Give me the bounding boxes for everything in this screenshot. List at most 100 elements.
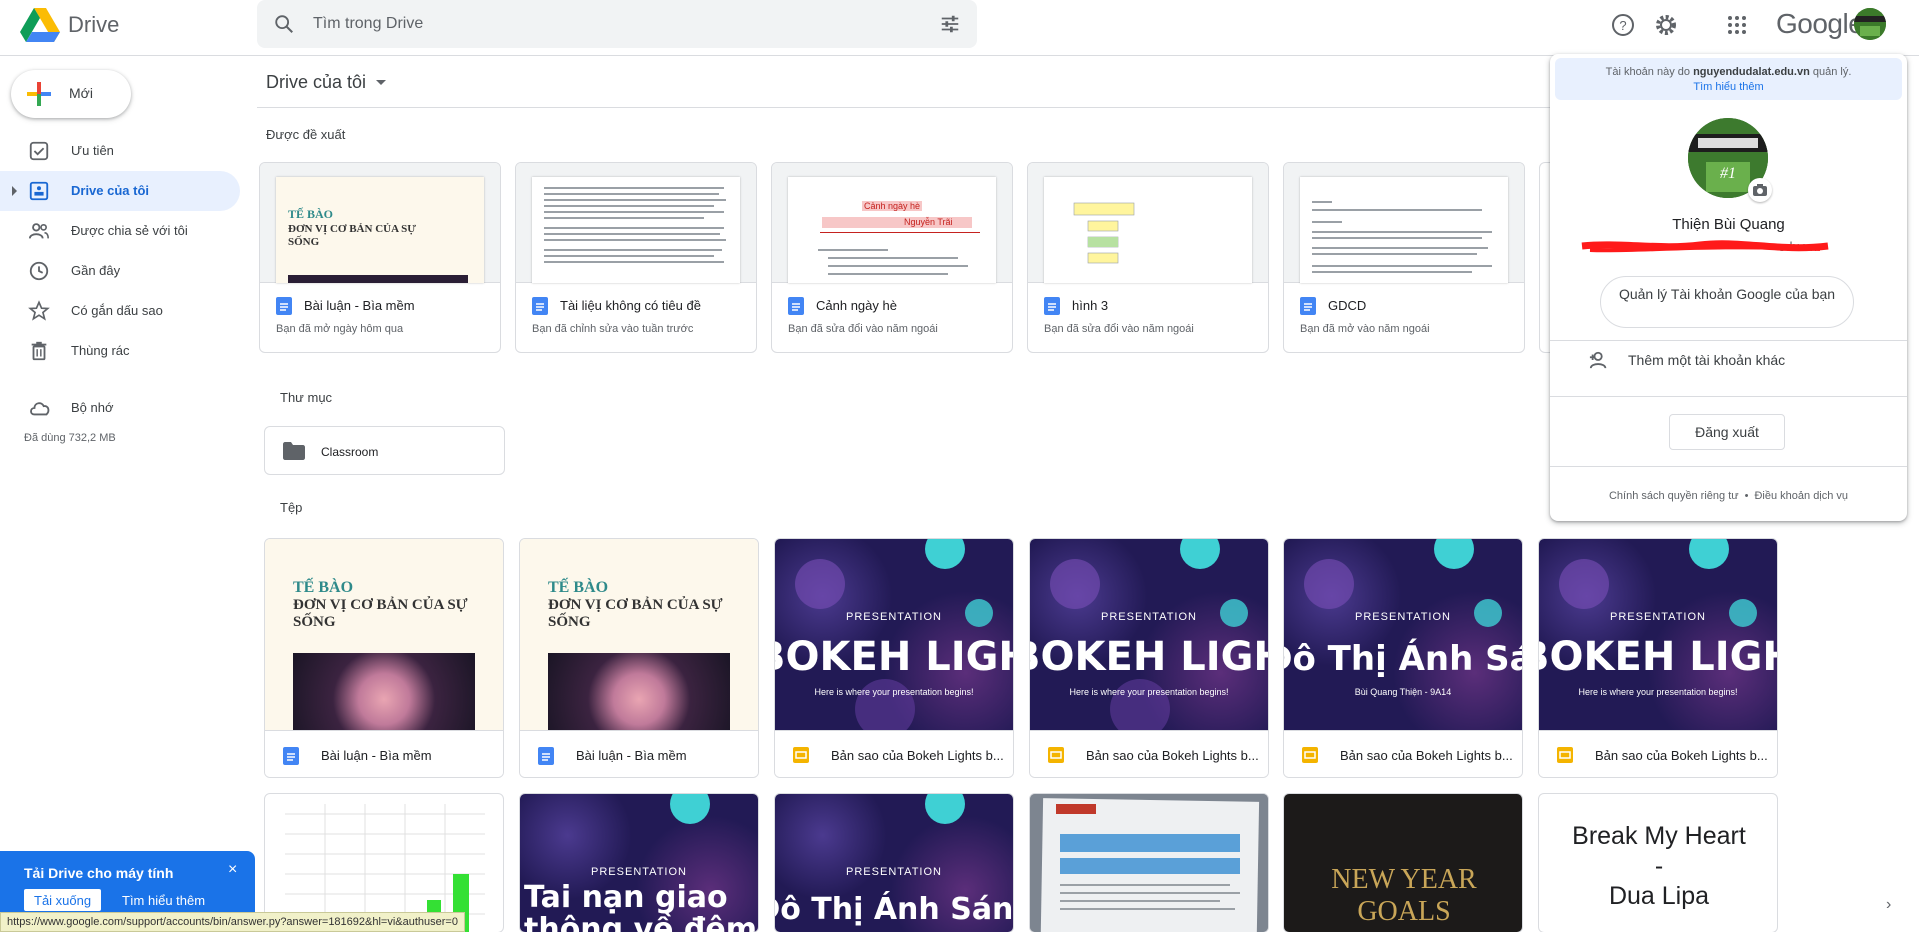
file-card[interactable]: PRESENTATION Đô Thị Ánh Sáng Bùi Quang T… [1283, 538, 1523, 778]
plus-icon [27, 82, 51, 106]
file-thumbnail: TẾ BÀO ĐƠN VỊ CƠ BẢN CỦA SỰ SỐNG [265, 539, 503, 730]
bokeh-dot [670, 794, 710, 824]
preview-subtitle: ĐƠN VỊ CƠ BẢN CỦA SỰ SỐNG [293, 597, 468, 630]
suggested-card[interactable]: TẾ BÀO ĐƠN VỊ CƠ BẢN CỦA SỰ SỐNG Bài luậ… [259, 162, 501, 353]
file-card[interactable]: PRESENTATION BOKEH LIGHTS Here is where … [774, 538, 1014, 778]
chevron-right-icon[interactable]: › [1886, 896, 1891, 914]
card-activity: Bạn đã sửa đổi vào năm ngoái [1044, 323, 1194, 335]
notice-domain: nguyendudalat.edu.vn [1693, 66, 1810, 78]
manage-account-button[interactable]: Quản lý Tài khoản Google của bạn [1600, 276, 1854, 328]
file-card[interactable]: PRESENTATION Đô Thị Ánh Sáng [774, 793, 1014, 932]
file-name: Bài luận - Bìa mềm [576, 748, 687, 763]
file-card[interactable] [1029, 793, 1269, 932]
doc-title: Break My Heart [1572, 822, 1746, 850]
sidebar-item-starred[interactable]: Có gắn dấu sao [0, 291, 240, 331]
google-docs-icon [788, 297, 804, 315]
divider [1550, 466, 1907, 467]
file-thumbnail: PRESENTATION Đô Thị Ánh Sáng Bùi Quang T… [1284, 539, 1522, 730]
change-photo-button[interactable] [1748, 178, 1772, 202]
learn-more-link[interactable]: Tìm hiểu thêm [1555, 80, 1902, 95]
file-card[interactable]: TẾ BÀO ĐƠN VỊ CƠ BẢN CỦA SỰ SỐNG Bài luậ… [264, 538, 504, 778]
add-account-button[interactable]: Thêm một tài khoản khác [1550, 340, 1907, 380]
help-icon[interactable]: ? [1608, 10, 1638, 40]
drive-logo-icon[interactable] [20, 8, 60, 44]
settings-gear-icon[interactable] [1651, 10, 1681, 40]
slide-kicker: PRESENTATION [591, 866, 687, 878]
slides-preview: PRESENTATION BOKEH LIGHTS Here is where … [1030, 539, 1268, 730]
sidebar-item-priority[interactable]: Ưu tiên [0, 131, 240, 171]
file-card[interactable]: PRESENTATION Tai nạn giao thông về đêm [519, 793, 759, 932]
privacy-link[interactable]: Chính sách quyền riêng tư [1609, 490, 1739, 502]
slide-kicker: PRESENTATION [1101, 611, 1197, 623]
bokeh-dot [1559, 559, 1609, 609]
suggested-card[interactable]: GDCD Bạn đã mở vào năm ngoái [1283, 162, 1525, 353]
notice-suffix: quản lý. [1809, 66, 1852, 78]
folder-icon [283, 442, 305, 460]
file-thumbnail: PRESENTATION BOKEH LIGHTS Here is where … [1539, 539, 1777, 730]
slide-title: BOKEH LIGHTS [775, 634, 1013, 680]
folder-name: Classroom [321, 445, 379, 459]
file-bar: Bản sao của Bokeh Lights b... [775, 730, 1013, 777]
chevron-down-icon[interactable] [376, 80, 386, 85]
file-bar: Bài luận - Bìa mềm [520, 730, 758, 777]
file-bar: Bản sao của Bokeh Lights b... [1030, 730, 1268, 777]
slide-kicker: PRESENTATION [846, 866, 942, 878]
doc-preview: Cảnh ngày hè Nguyễn Trãi [788, 177, 996, 283]
search-options-icon[interactable] [939, 13, 961, 35]
sidebar-item-trash[interactable]: Thùng rác [0, 331, 240, 371]
promo-title: Tải Drive cho máy tính [24, 865, 174, 881]
storage-used-text: Đã dùng 732,2 MB [24, 432, 116, 444]
camera-icon [1753, 184, 1767, 196]
close-icon[interactable]: × [228, 861, 237, 879]
suggested-card[interactable]: Tài liệu không có tiêu đề Bạn đã chỉnh s… [515, 162, 757, 353]
file-card[interactable]: PRESENTATION BOKEH LIGHTS Here is where … [1029, 538, 1269, 778]
google-docs-icon [538, 747, 554, 765]
google-docs-icon [1300, 297, 1316, 315]
slide-title: NEW YEAR GOALS [1331, 864, 1477, 927]
card-name: GDCD [1328, 298, 1367, 313]
status-url-bar: https://www.google.com/support/accounts/… [0, 912, 465, 932]
account-avatar[interactable] [1854, 8, 1886, 40]
file-name: Bản sao của Bokeh Lights b... [831, 748, 1004, 763]
svg-text:#1: #1 [1720, 165, 1736, 182]
slides-preview: PRESENTATION BOKEH LIGHTS Here is where … [775, 539, 1013, 730]
google-logo[interactable]: Google [1776, 8, 1864, 40]
sidebar-item-storage[interactable]: Bộ nhớ [0, 388, 240, 428]
folder-item[interactable]: Classroom [264, 426, 505, 475]
text-lines-icon [818, 232, 980, 275]
cell-image [293, 653, 475, 730]
sign-out-button[interactable]: Đăng xuất [1669, 414, 1785, 450]
slide-title: Tai nạn giao thông về đêm [524, 880, 758, 932]
star-icon [28, 300, 50, 321]
page-title[interactable]: Drive của tôi [266, 72, 366, 93]
sidebar-item-recent[interactable]: Gần đây [0, 251, 240, 291]
suggested-card[interactable]: Cảnh ngày hè Nguyễn Trãi Cảnh ngày hè Bạ… [771, 162, 1013, 353]
file-card[interactable]: NEW YEAR GOALS [1283, 793, 1523, 932]
preview-subtitle: ĐƠN VỊ CƠ BẢN CỦA SỰ SỐNG [288, 223, 417, 248]
doc-artist: Dua Lipa [1608, 882, 1710, 910]
file-card[interactable]: PRESENTATION BOKEH LIGHTS Here is where … [1538, 538, 1778, 778]
terms-link[interactable]: Điều khoản dịch vụ [1754, 490, 1848, 502]
sidebar-item-my-drive[interactable]: Drive của tôi [0, 171, 240, 211]
people-icon [28, 223, 49, 239]
search-input[interactable] [313, 12, 873, 36]
search-bar[interactable] [257, 0, 977, 48]
expand-arrow-icon[interactable] [12, 186, 17, 196]
search-icon[interactable] [273, 13, 295, 35]
my-drive-icon [29, 181, 49, 201]
doc-preview [532, 177, 740, 283]
apps-grid-icon[interactable] [1722, 10, 1752, 40]
download-button[interactable]: Tải xuống [24, 889, 102, 911]
suggested-card[interactable]: hình 3 Bạn đã sửa đổi vào năm ngoái [1027, 162, 1269, 353]
app-name[interactable]: Drive [68, 12, 119, 38]
card-thumbnail: TẾ BÀO ĐƠN VỊ CƠ BẢN CỦA SỰ SỐNG [260, 163, 500, 283]
file-card[interactable]: TẾ BÀO ĐƠN VỊ CƠ BẢN CỦA SỰ SỐNG Bài luậ… [519, 538, 759, 778]
file-bar: Bài luận - Bìa mềm [265, 730, 503, 777]
card-name: Bài luận - Bìa mềm [304, 298, 415, 313]
learn-more-button[interactable]: Tìm hiểu thêm [122, 893, 205, 908]
new-button[interactable]: Mới [11, 70, 131, 118]
sidebar-item-shared-with-me[interactable]: Được chia sẻ với tôi [0, 211, 240, 251]
sidebar-item-label: Drive của tôi [71, 183, 150, 198]
check-box-icon [29, 141, 49, 161]
file-card[interactable]: Break My Heart - Dua Lipa [1538, 793, 1778, 932]
